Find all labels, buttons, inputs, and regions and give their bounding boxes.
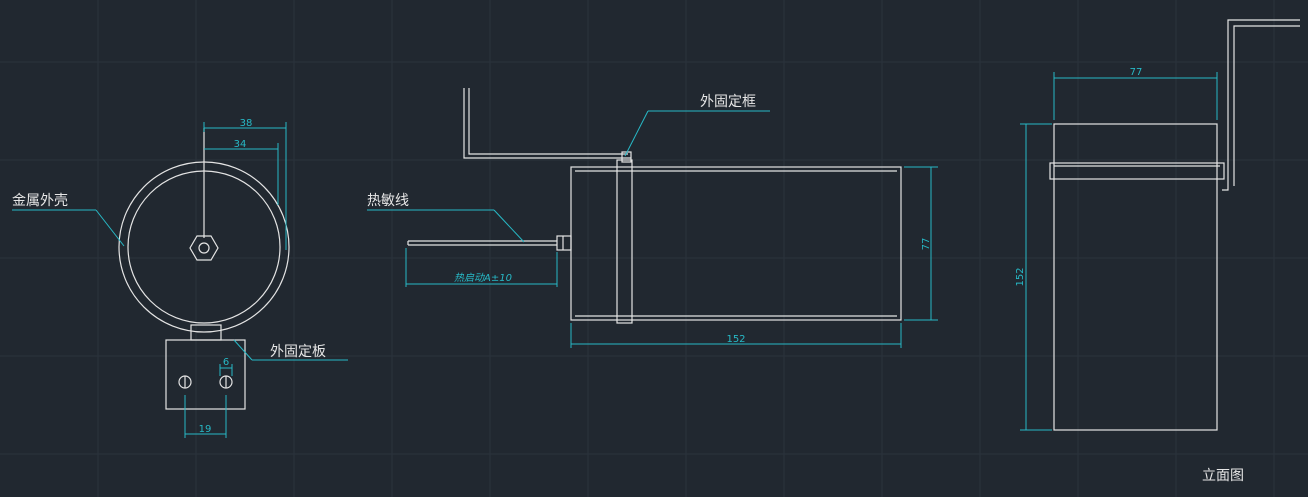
background-grid: [0, 0, 1308, 497]
leader-metal-shell: 金属外壳: [12, 192, 125, 247]
fixing-frame-inner: [468, 88, 628, 155]
dim-38-text: 38: [240, 118, 253, 129]
center-nut-icon: [189, 235, 219, 261]
dim-19: 19: [184, 395, 227, 438]
leader-fixing-frame: 外固定框: [624, 94, 770, 157]
dim-side-height: 77: [904, 166, 938, 321]
dim-side-length-text: 152: [726, 334, 745, 345]
fixing-frame: [463, 88, 631, 159]
cad-drawing-canvas: 38 34 6 19 金属外壳 外固定板 外固定框 热敏线 热启动A±10 77…: [0, 0, 1308, 497]
view-title: 立面图: [1202, 468, 1244, 484]
label-thermal-wire: 热敏线: [367, 193, 409, 209]
leader-thermal-wire: 热敏线: [367, 193, 525, 243]
dim-6: 6: [219, 357, 233, 376]
dim-end-height: 152: [1015, 123, 1052, 431]
dim-38: 38: [203, 118, 287, 250]
center-hole: [198, 242, 210, 254]
dim-19-text: 19: [199, 424, 212, 435]
label-fixing-plate: 外固定板: [270, 344, 326, 360]
dim-6-text: 6: [223, 357, 229, 368]
cylinder-body: [570, 166, 902, 321]
dim-end-height-text: 152: [1015, 267, 1026, 286]
dim-wire-length: 热启动A±10: [405, 248, 558, 287]
end-frame-inner: [1233, 25, 1300, 186]
dim-side-height-text: 77: [921, 238, 932, 251]
front-view: 38 34 6 19 金属外壳 外固定板: [12, 118, 348, 438]
side-view: 外固定框 热敏线 热启动A±10 77 152: [367, 88, 938, 348]
dim-end-width-text: 77: [1130, 67, 1143, 78]
label-metal-shell: 金属外壳: [12, 192, 68, 209]
wire-connector: [556, 235, 572, 251]
dim-side-length: 152: [570, 323, 902, 348]
end-view: 77 152: [1015, 19, 1300, 431]
leader-fixing-plate: 外固定板: [233, 339, 348, 361]
label-fixing-frame: 外固定框: [700, 94, 756, 110]
dim-wire-length-text: 热启动A±10: [454, 272, 512, 284]
dim-34-text: 34: [234, 139, 247, 150]
fixing-plate: [165, 339, 246, 410]
clamp-band: [616, 159, 633, 324]
